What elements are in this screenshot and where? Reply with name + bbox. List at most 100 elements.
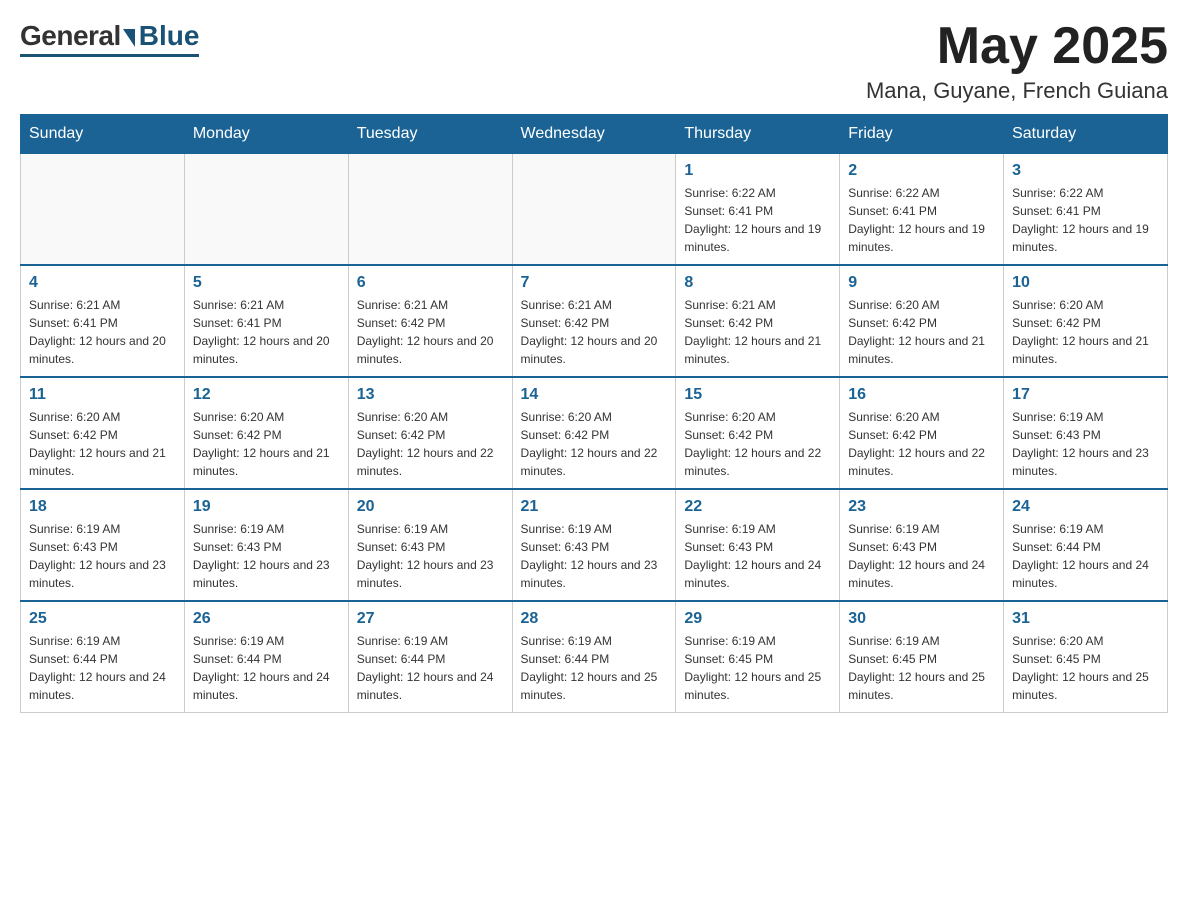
day-info: Sunrise: 6:20 AMSunset: 6:42 PMDaylight:… xyxy=(357,408,504,480)
weekday-header-monday: Monday xyxy=(184,115,348,154)
day-number: 9 xyxy=(848,274,995,292)
weekday-header-friday: Friday xyxy=(840,115,1004,154)
day-number: 22 xyxy=(684,498,831,516)
calendar-cell: 1 Sunrise: 6:22 AMSunset: 6:41 PMDaylight… xyxy=(676,154,840,266)
calendar-cell: 2Sunrise: 6:22 AMSunset: 6:41 PMDaylight… xyxy=(840,154,1004,266)
day-number: 21 xyxy=(521,498,668,516)
day-number: 28 xyxy=(521,610,668,628)
calendar-cell: 26 Sunrise: 6:19 AMSunset: 6:44 PMDayligh… xyxy=(184,601,348,713)
day-info: Sunrise: 6:21 AMSunset: 6:42 PMDaylight:… xyxy=(521,296,668,368)
day-info: Sunrise: 6:19 AMSunset: 6:43 PMDaylight:… xyxy=(521,520,668,592)
calendar-location: Mana, Guyane, French Guiana xyxy=(866,78,1168,104)
calendar-cell: 6 Sunrise: 6:21 AMSunset: 6:42 PMDaylight… xyxy=(348,265,512,377)
day-number: 1 xyxy=(684,162,831,180)
calendar-title: May 2025 xyxy=(866,20,1168,72)
day-number: 31 xyxy=(1012,610,1159,628)
day-info: Sunrise: 6:22 AMSunset: 6:41 PMDaylight:… xyxy=(1012,184,1159,256)
calendar-cell xyxy=(348,154,512,266)
title-section: May 2025 Mana, Guyane, French Guiana xyxy=(866,20,1168,104)
day-number: 5 xyxy=(193,274,340,292)
day-number: 14 xyxy=(521,386,668,404)
weekday-header-sunday: Sunday xyxy=(21,115,185,154)
calendar-cell: 20Sunrise: 6:19 AMSunset: 6:43 PMDayligh… xyxy=(348,489,512,601)
calendar-cell: 19Sunrise: 6:19 AMSunset: 6:43 PMDayligh… xyxy=(184,489,348,601)
day-number: 23 xyxy=(848,498,995,516)
day-info: Sunrise: 6:20 AMSunset: 6:42 PMDaylight:… xyxy=(29,408,176,480)
calendar-week-row: 1 Sunrise: 6:22 AMSunset: 6:41 PMDaylight… xyxy=(21,154,1168,266)
day-info: Sunrise: 6:20 AMSunset: 6:42 PMDaylight:… xyxy=(848,408,995,480)
day-info: Sunrise: 6:19 AMSunset: 6:45 PMDaylight:… xyxy=(848,632,995,704)
day-number: 30 xyxy=(848,610,995,628)
calendar-cell: 13 Sunrise: 6:20 AMSunset: 6:42 PMDayligh… xyxy=(348,377,512,489)
day-number: 4 xyxy=(29,274,176,292)
day-number: 11 xyxy=(29,386,176,404)
day-number: 27 xyxy=(357,610,504,628)
calendar-cell xyxy=(184,154,348,266)
day-number: 6 xyxy=(357,274,504,292)
day-info: Sunrise: 6:20 AMSunset: 6:42 PMDaylight:… xyxy=(1012,296,1159,368)
day-number: 18 xyxy=(29,498,176,516)
logo-underline xyxy=(20,54,199,57)
day-info: Sunrise: 6:21 AMSunset: 6:41 PMDaylight:… xyxy=(193,296,340,368)
weekday-header-tuesday: Tuesday xyxy=(348,115,512,154)
calendar-cell xyxy=(21,154,185,266)
weekday-header-row: SundayMondayTuesdayWednesdayThursdayFrid… xyxy=(21,115,1168,154)
calendar-cell: 10 Sunrise: 6:20 AMSunset: 6:42 PMDayligh… xyxy=(1004,265,1168,377)
day-info: Sunrise: 6:19 AMSunset: 6:45 PMDaylight:… xyxy=(684,632,831,704)
calendar-table: SundayMondayTuesdayWednesdayThursdayFrid… xyxy=(20,114,1168,713)
day-number: 10 xyxy=(1012,274,1159,292)
logo: General Blue xyxy=(20,20,199,57)
calendar-cell: 3Sunrise: 6:22 AMSunset: 6:41 PMDaylight… xyxy=(1004,154,1168,266)
calendar-cell: 7 Sunrise: 6:21 AMSunset: 6:42 PMDaylight… xyxy=(512,265,676,377)
calendar-cell xyxy=(512,154,676,266)
day-info: Sunrise: 6:19 AMSunset: 6:43 PMDaylight:… xyxy=(684,520,831,592)
calendar-cell: 29 Sunrise: 6:19 AMSunset: 6:45 PMDayligh… xyxy=(676,601,840,713)
calendar-cell: 27 Sunrise: 6:19 AMSunset: 6:44 PMDayligh… xyxy=(348,601,512,713)
calendar-cell: 9 Sunrise: 6:20 AMSunset: 6:42 PMDaylight… xyxy=(840,265,1004,377)
calendar-cell: 16 Sunrise: 6:20 AMSunset: 6:42 PMDayligh… xyxy=(840,377,1004,489)
day-number: 24 xyxy=(1012,498,1159,516)
day-number: 16 xyxy=(848,386,995,404)
calendar-cell: 17Sunrise: 6:19 AMSunset: 6:43 PMDayligh… xyxy=(1004,377,1168,489)
calendar-cell: 22 Sunrise: 6:19 AMSunset: 6:43 PMDayligh… xyxy=(676,489,840,601)
day-number: 7 xyxy=(521,274,668,292)
calendar-week-row: 18 Sunrise: 6:19 AMSunset: 6:43 PMDayligh… xyxy=(21,489,1168,601)
calendar-cell: 15 Sunrise: 6:20 AMSunset: 6:42 PMDayligh… xyxy=(676,377,840,489)
day-number: 26 xyxy=(193,610,340,628)
calendar-cell: 4 Sunrise: 6:21 AMSunset: 6:41 PMDaylight… xyxy=(21,265,185,377)
day-info: Sunrise: 6:21 AMSunset: 6:42 PMDaylight:… xyxy=(684,296,831,368)
day-info: Sunrise: 6:19 AMSunset: 6:43 PMDaylight:… xyxy=(29,520,176,592)
day-number: 15 xyxy=(684,386,831,404)
day-info: Sunrise: 6:20 AMSunset: 6:45 PMDaylight:… xyxy=(1012,632,1159,704)
day-number: 12 xyxy=(193,386,340,404)
day-info: Sunrise: 6:21 AMSunset: 6:41 PMDaylight:… xyxy=(29,296,176,368)
day-info: Sunrise: 6:20 AMSunset: 6:42 PMDaylight:… xyxy=(521,408,668,480)
logo-general-text: General xyxy=(20,20,121,52)
logo-blue-text: Blue xyxy=(139,20,200,52)
day-number: 29 xyxy=(684,610,831,628)
day-number: 13 xyxy=(357,386,504,404)
day-info: Sunrise: 6:19 AMSunset: 6:44 PMDaylight:… xyxy=(1012,520,1159,592)
calendar-cell: 30 Sunrise: 6:19 AMSunset: 6:45 PMDayligh… xyxy=(840,601,1004,713)
calendar-cell: 28Sunrise: 6:19 AMSunset: 6:44 PMDayligh… xyxy=(512,601,676,713)
day-info: Sunrise: 6:20 AMSunset: 6:42 PMDaylight:… xyxy=(684,408,831,480)
day-info: Sunrise: 6:19 AMSunset: 6:44 PMDaylight:… xyxy=(29,632,176,704)
calendar-cell: 31 Sunrise: 6:20 AMSunset: 6:45 PMDayligh… xyxy=(1004,601,1168,713)
day-info: Sunrise: 6:19 AMSunset: 6:44 PMDaylight:… xyxy=(357,632,504,704)
day-info: Sunrise: 6:19 AMSunset: 6:43 PMDaylight:… xyxy=(848,520,995,592)
calendar-cell: 18 Sunrise: 6:19 AMSunset: 6:43 PMDayligh… xyxy=(21,489,185,601)
logo-arrow-icon xyxy=(123,29,135,47)
day-info: Sunrise: 6:19 AMSunset: 6:44 PMDaylight:… xyxy=(193,632,340,704)
weekday-header-saturday: Saturday xyxy=(1004,115,1168,154)
day-info: Sunrise: 6:22 AMSunset: 6:41 PMDaylight:… xyxy=(684,184,831,256)
page-header: General Blue May 2025 Mana, Guyane, Fren… xyxy=(20,20,1168,104)
day-info: Sunrise: 6:20 AMSunset: 6:42 PMDaylight:… xyxy=(848,296,995,368)
weekday-header-thursday: Thursday xyxy=(676,115,840,154)
day-info: Sunrise: 6:21 AMSunset: 6:42 PMDaylight:… xyxy=(357,296,504,368)
calendar-cell: 25 Sunrise: 6:19 AMSunset: 6:44 PMDayligh… xyxy=(21,601,185,713)
calendar-week-row: 11 Sunrise: 6:20 AMSunset: 6:42 PMDayligh… xyxy=(21,377,1168,489)
calendar-cell: 21 Sunrise: 6:19 AMSunset: 6:43 PMDayligh… xyxy=(512,489,676,601)
calendar-week-row: 4 Sunrise: 6:21 AMSunset: 6:41 PMDaylight… xyxy=(21,265,1168,377)
day-number: 25 xyxy=(29,610,176,628)
calendar-cell: 8Sunrise: 6:21 AMSunset: 6:42 PMDaylight… xyxy=(676,265,840,377)
